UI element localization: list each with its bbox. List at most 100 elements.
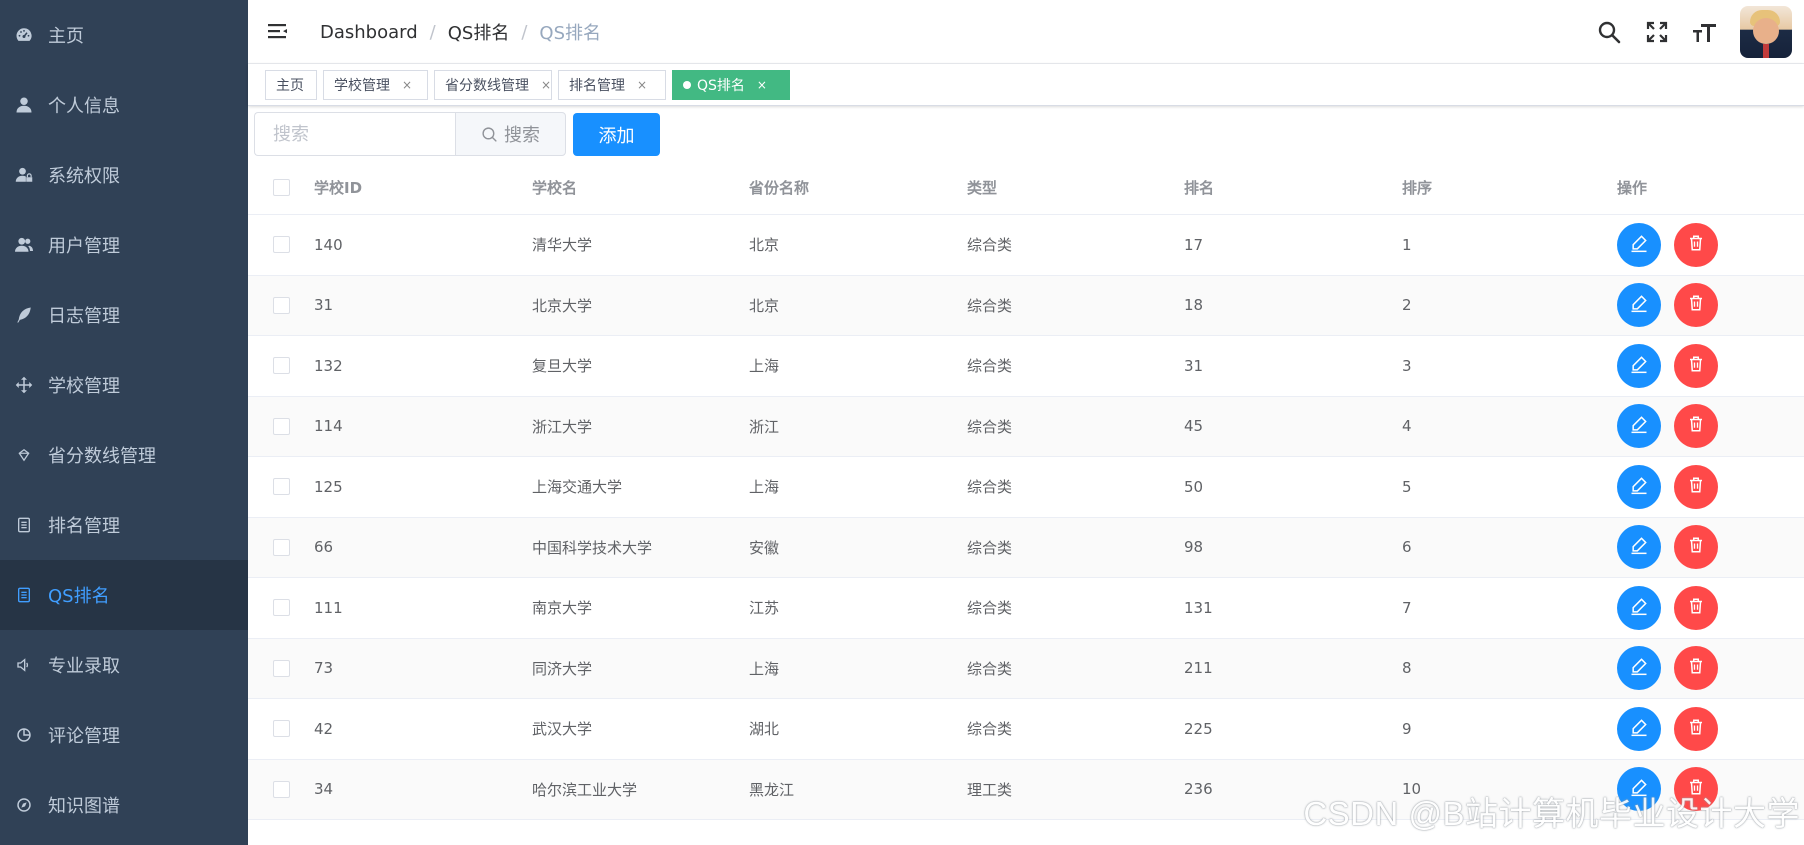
sidebar-item-5[interactable]: 学校管理 — [0, 350, 248, 420]
cell-school-name: 北京大学 — [532, 296, 593, 315]
edit-icon — [1629, 354, 1649, 378]
row-checkbox[interactable] — [272, 538, 290, 556]
tag-3[interactable]: 排名管理 × — [558, 70, 666, 100]
avatar[interactable] — [1740, 6, 1792, 58]
edit-icon — [1629, 596, 1649, 620]
cell-school-id: 140 — [314, 235, 343, 254]
cell-province: 上海 — [749, 478, 780, 497]
cell-school-name: 复旦大学 — [532, 357, 593, 376]
sidebar-item-7[interactable]: 排名管理 — [0, 490, 248, 560]
pie-chart-icon — [0, 727, 48, 743]
sidebar-item-10[interactable]: 评论管理 — [0, 700, 248, 770]
column-header-actions: 操作 — [1617, 179, 1648, 197]
row-checkbox[interactable] — [272, 780, 290, 798]
edit-button[interactable] — [1617, 646, 1661, 691]
table-row: 31 北京大学 北京 综合类 18 2 — [248, 275, 1804, 336]
close-icon[interactable]: × — [637, 78, 647, 92]
edit-icon — [1629, 414, 1649, 438]
tag-1[interactable]: 学校管理 × — [323, 70, 428, 100]
delete-button[interactable] — [1674, 404, 1718, 449]
edit-button[interactable] — [1617, 464, 1661, 509]
delete-button[interactable] — [1674, 464, 1718, 509]
search-icon[interactable] — [1596, 19, 1622, 45]
close-icon[interactable]: × — [402, 78, 412, 92]
sidebar-item-6[interactable]: 省分数线管理 — [0, 420, 248, 490]
cell-rank: 18 — [1184, 296, 1204, 315]
search-icon — [482, 126, 497, 142]
row-checkbox[interactable] — [272, 357, 290, 375]
trash-icon — [1687, 234, 1705, 256]
cell-province: 安徽 — [749, 538, 780, 557]
cell-school-name: 清华大学 — [532, 236, 593, 255]
font-size-icon[interactable] — [1692, 19, 1718, 45]
trash-icon — [1687, 294, 1705, 316]
edit-button[interactable] — [1617, 343, 1661, 388]
sidebar-item-label: 学校管理 — [48, 376, 120, 397]
cell-school-name: 武汉大学 — [532, 720, 593, 739]
hamburger-icon[interactable] — [266, 20, 290, 44]
sidebar: 主页 个人信息 系统权限 用户管理 日志管理学校管理省分数线管理 排名管理 QS排名 专业录取… — [0, 0, 248, 845]
cell-rank: 45 — [1184, 417, 1204, 436]
cell-rank: 131 — [1184, 598, 1213, 617]
row-checkbox[interactable] — [272, 599, 290, 617]
table-row: 125 上海交通大学 上海 综合类 50 5 — [248, 457, 1804, 518]
search-button[interactable]: 搜索 — [455, 112, 566, 156]
sidebar-item-11[interactable]: 知识图谱 — [0, 770, 248, 840]
row-checkbox[interactable] — [272, 478, 290, 496]
select-all-checkbox[interactable] — [272, 179, 290, 196]
edit-button[interactable] — [1617, 222, 1661, 267]
search-input[interactable] — [254, 112, 455, 156]
delete-button[interactable] — [1674, 343, 1718, 388]
cell-school-id: 31 — [314, 296, 334, 315]
sidebar-item-9[interactable]: 专业录取 — [0, 630, 248, 700]
sidebar-item-2[interactable]: 系统权限 — [0, 140, 248, 210]
fullscreen-icon[interactable] — [1644, 19, 1670, 45]
cell-school-id: 125 — [314, 477, 343, 496]
delete-button[interactable] — [1674, 525, 1718, 570]
edit-button[interactable] — [1617, 283, 1661, 328]
cell-order: 1 — [1402, 235, 1412, 254]
edit-icon — [1629, 293, 1649, 317]
cell-type: 综合类 — [967, 478, 1013, 497]
sidebar-item-8[interactable]: QS排名 — [0, 560, 248, 630]
row-checkbox[interactable] — [272, 659, 290, 677]
edit-button[interactable] — [1617, 585, 1661, 630]
table-row: 111 南京大学 江苏 综合类 131 7 — [248, 578, 1804, 639]
trash-icon — [1687, 657, 1705, 679]
cell-province: 上海 — [749, 659, 780, 678]
breadcrumb-qs-ranking[interactable]: QS排名 — [448, 19, 510, 45]
tag-0[interactable]: 主页 — [265, 70, 317, 100]
sidebar-item-0[interactable]: 主页 — [0, 0, 248, 70]
users-icon — [0, 236, 48, 254]
breadcrumb-dashboard[interactable]: Dashboard — [320, 22, 418, 43]
add-button[interactable]: 添加 — [573, 113, 660, 156]
user-icon — [0, 96, 48, 114]
sidebar-item-3[interactable]: 用户管理 — [0, 210, 248, 280]
row-checkbox[interactable] — [272, 720, 290, 738]
sidebar-item-label: 评论管理 — [48, 726, 120, 747]
breadcrumb-current: QS排名 — [539, 23, 601, 44]
sidebar-item-4[interactable]: 日志管理 — [0, 280, 248, 350]
edit-button[interactable] — [1617, 525, 1661, 570]
user-lock-icon — [0, 166, 48, 184]
row-checkbox[interactable] — [272, 296, 290, 314]
column-header-order: 排序 — [1402, 179, 1433, 197]
delete-button[interactable] — [1674, 283, 1718, 328]
edit-button[interactable] — [1617, 706, 1661, 751]
edit-button[interactable] — [1617, 404, 1661, 449]
row-checkbox[interactable] — [272, 417, 290, 435]
tag-2[interactable]: 省分数线管理 × — [434, 70, 552, 100]
sidebar-item-1[interactable]: 个人信息 — [0, 70, 248, 140]
tag-4[interactable]: QS排名 × — [672, 70, 790, 100]
cell-type: 综合类 — [967, 357, 1013, 376]
table-row: 132 复旦大学 上海 综合类 31 3 — [248, 336, 1804, 397]
close-icon[interactable]: × — [757, 78, 767, 92]
delete-button[interactable] — [1674, 706, 1718, 751]
delete-button[interactable] — [1674, 222, 1718, 267]
close-icon[interactable]: × — [541, 78, 551, 92]
breadcrumb-separator: / — [521, 21, 528, 43]
cell-order: 6 — [1402, 538, 1412, 557]
row-checkbox[interactable] — [272, 236, 290, 254]
delete-button[interactable] — [1674, 646, 1718, 691]
delete-button[interactable] — [1674, 585, 1718, 630]
